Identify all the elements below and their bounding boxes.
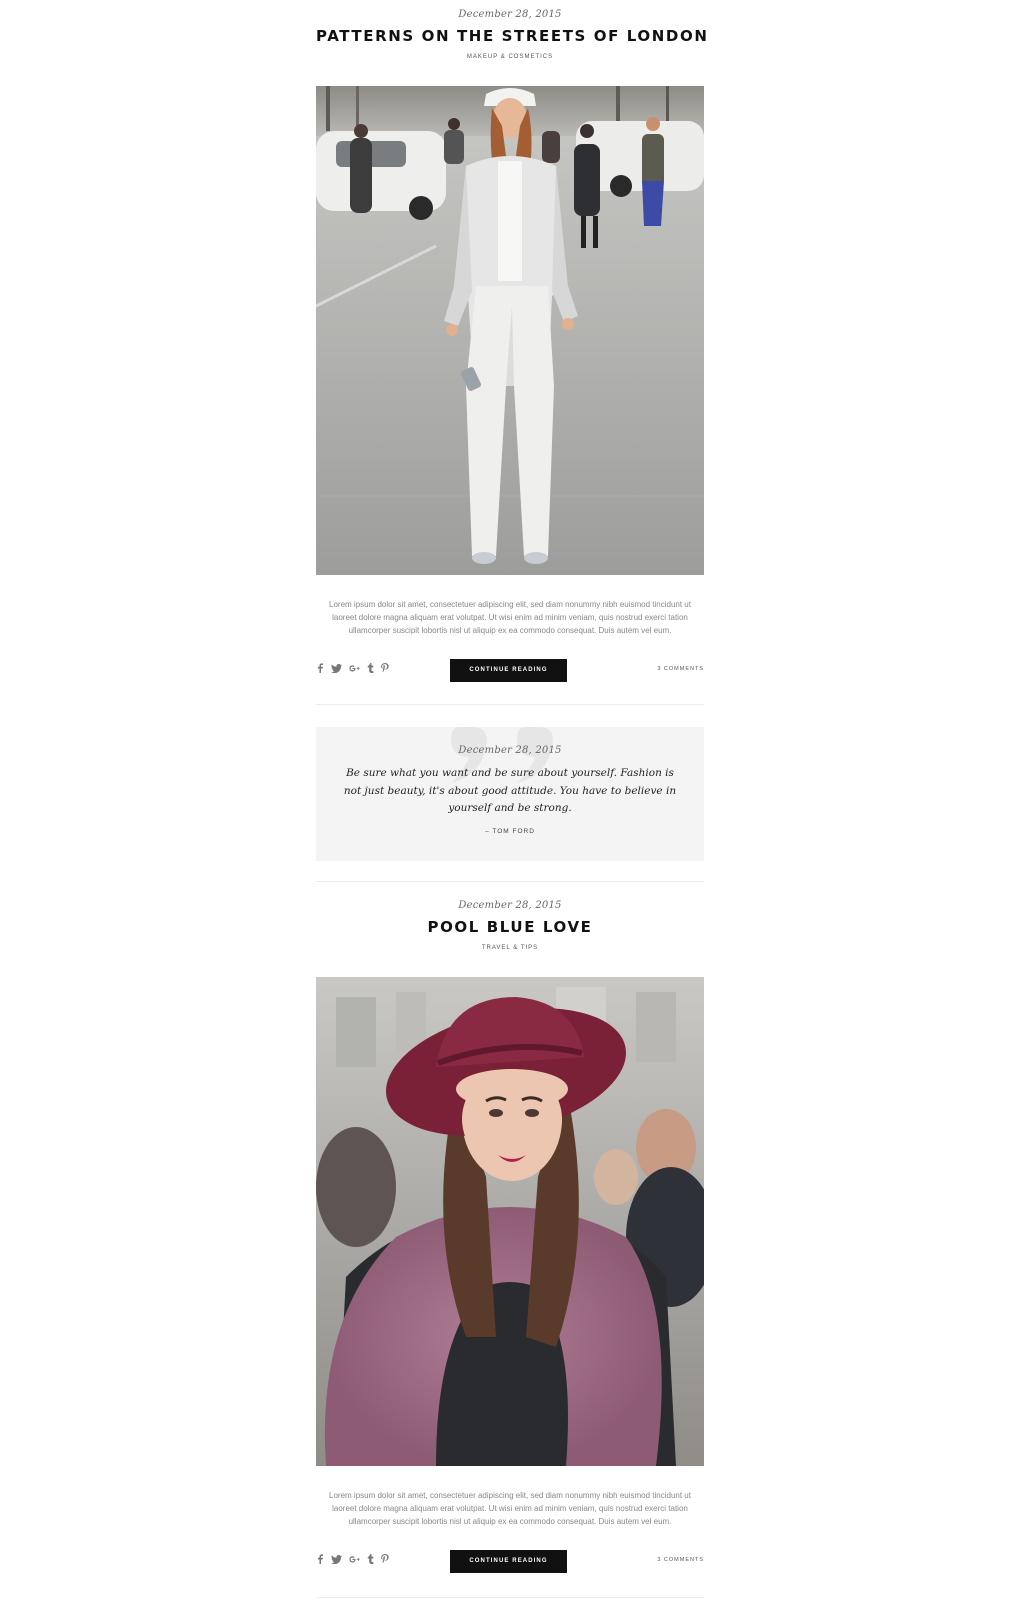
- quote-date: December 28, 2015: [458, 745, 562, 756]
- twitter-icon[interactable]: [331, 663, 342, 673]
- comments-link[interactable]: 3 COMMENTS: [600, 666, 704, 672]
- quote-text: Be sure what you want and be sure about …: [343, 767, 677, 814]
- street-fashion-photo: [316, 86, 704, 575]
- google-plus-icon[interactable]: [349, 664, 360, 673]
- quote-author: – TOM FORD: [485, 828, 535, 835]
- post-2-share-icons: [316, 1554, 389, 1564]
- continue-reading-button[interactable]: CONTINUE READING: [450, 659, 567, 682]
- post-title[interactable]: POOL BLUE LOVE: [316, 918, 704, 936]
- post-category[interactable]: MAKEUP & COSMETICS: [316, 54, 704, 60]
- post-excerpt: Lorem ipsum dolor sit amet, consectetuer…: [329, 600, 691, 635]
- facebook-icon[interactable]: [316, 663, 324, 673]
- divider: [316, 704, 704, 705]
- post-title[interactable]: PATTERNS ON THE STREETS OF LONDON: [316, 27, 707, 45]
- post-1-share-icons: [316, 663, 389, 673]
- pinterest-icon[interactable]: [381, 1554, 389, 1564]
- pinterest-icon[interactable]: [381, 663, 389, 673]
- post-2-header: December 28, 2015 POOL BLUE LOVE TRAVEL …: [316, 900, 704, 951]
- comments-link[interactable]: 3 COMMENTS: [600, 1557, 704, 1563]
- facebook-icon[interactable]: [316, 1554, 324, 1564]
- post-date: December 28, 2015: [458, 900, 562, 911]
- divider: [316, 1597, 704, 1598]
- quote-post: December 28, 2015 Be sure what you want …: [316, 727, 704, 861]
- post-2-image[interactable]: [316, 977, 704, 1466]
- post-2-excerpt-wrap: Lorem ipsum dolor sit amet, consectetuer…: [316, 1489, 704, 1528]
- google-plus-icon[interactable]: [349, 1555, 360, 1564]
- post-date: December 28, 2015: [458, 9, 562, 20]
- post-1-header: December 28, 2015 PATTERNS ON THE STREET…: [316, 9, 707, 60]
- tumblr-icon[interactable]: [367, 1554, 374, 1564]
- post-category[interactable]: TRAVEL & TIPS: [316, 945, 704, 951]
- continue-reading-button[interactable]: CONTINUE READING: [450, 1550, 567, 1573]
- post-excerpt: Lorem ipsum dolor sit amet, consectetuer…: [329, 1491, 691, 1526]
- post-1-excerpt-wrap: Lorem ipsum dolor sit amet, consectetuer…: [316, 598, 704, 637]
- post-1-image[interactable]: [316, 86, 704, 575]
- divider: [316, 881, 704, 882]
- tumblr-icon[interactable]: [367, 663, 374, 673]
- twitter-icon[interactable]: [331, 1554, 342, 1564]
- woman-hat-photo: [316, 977, 704, 1466]
